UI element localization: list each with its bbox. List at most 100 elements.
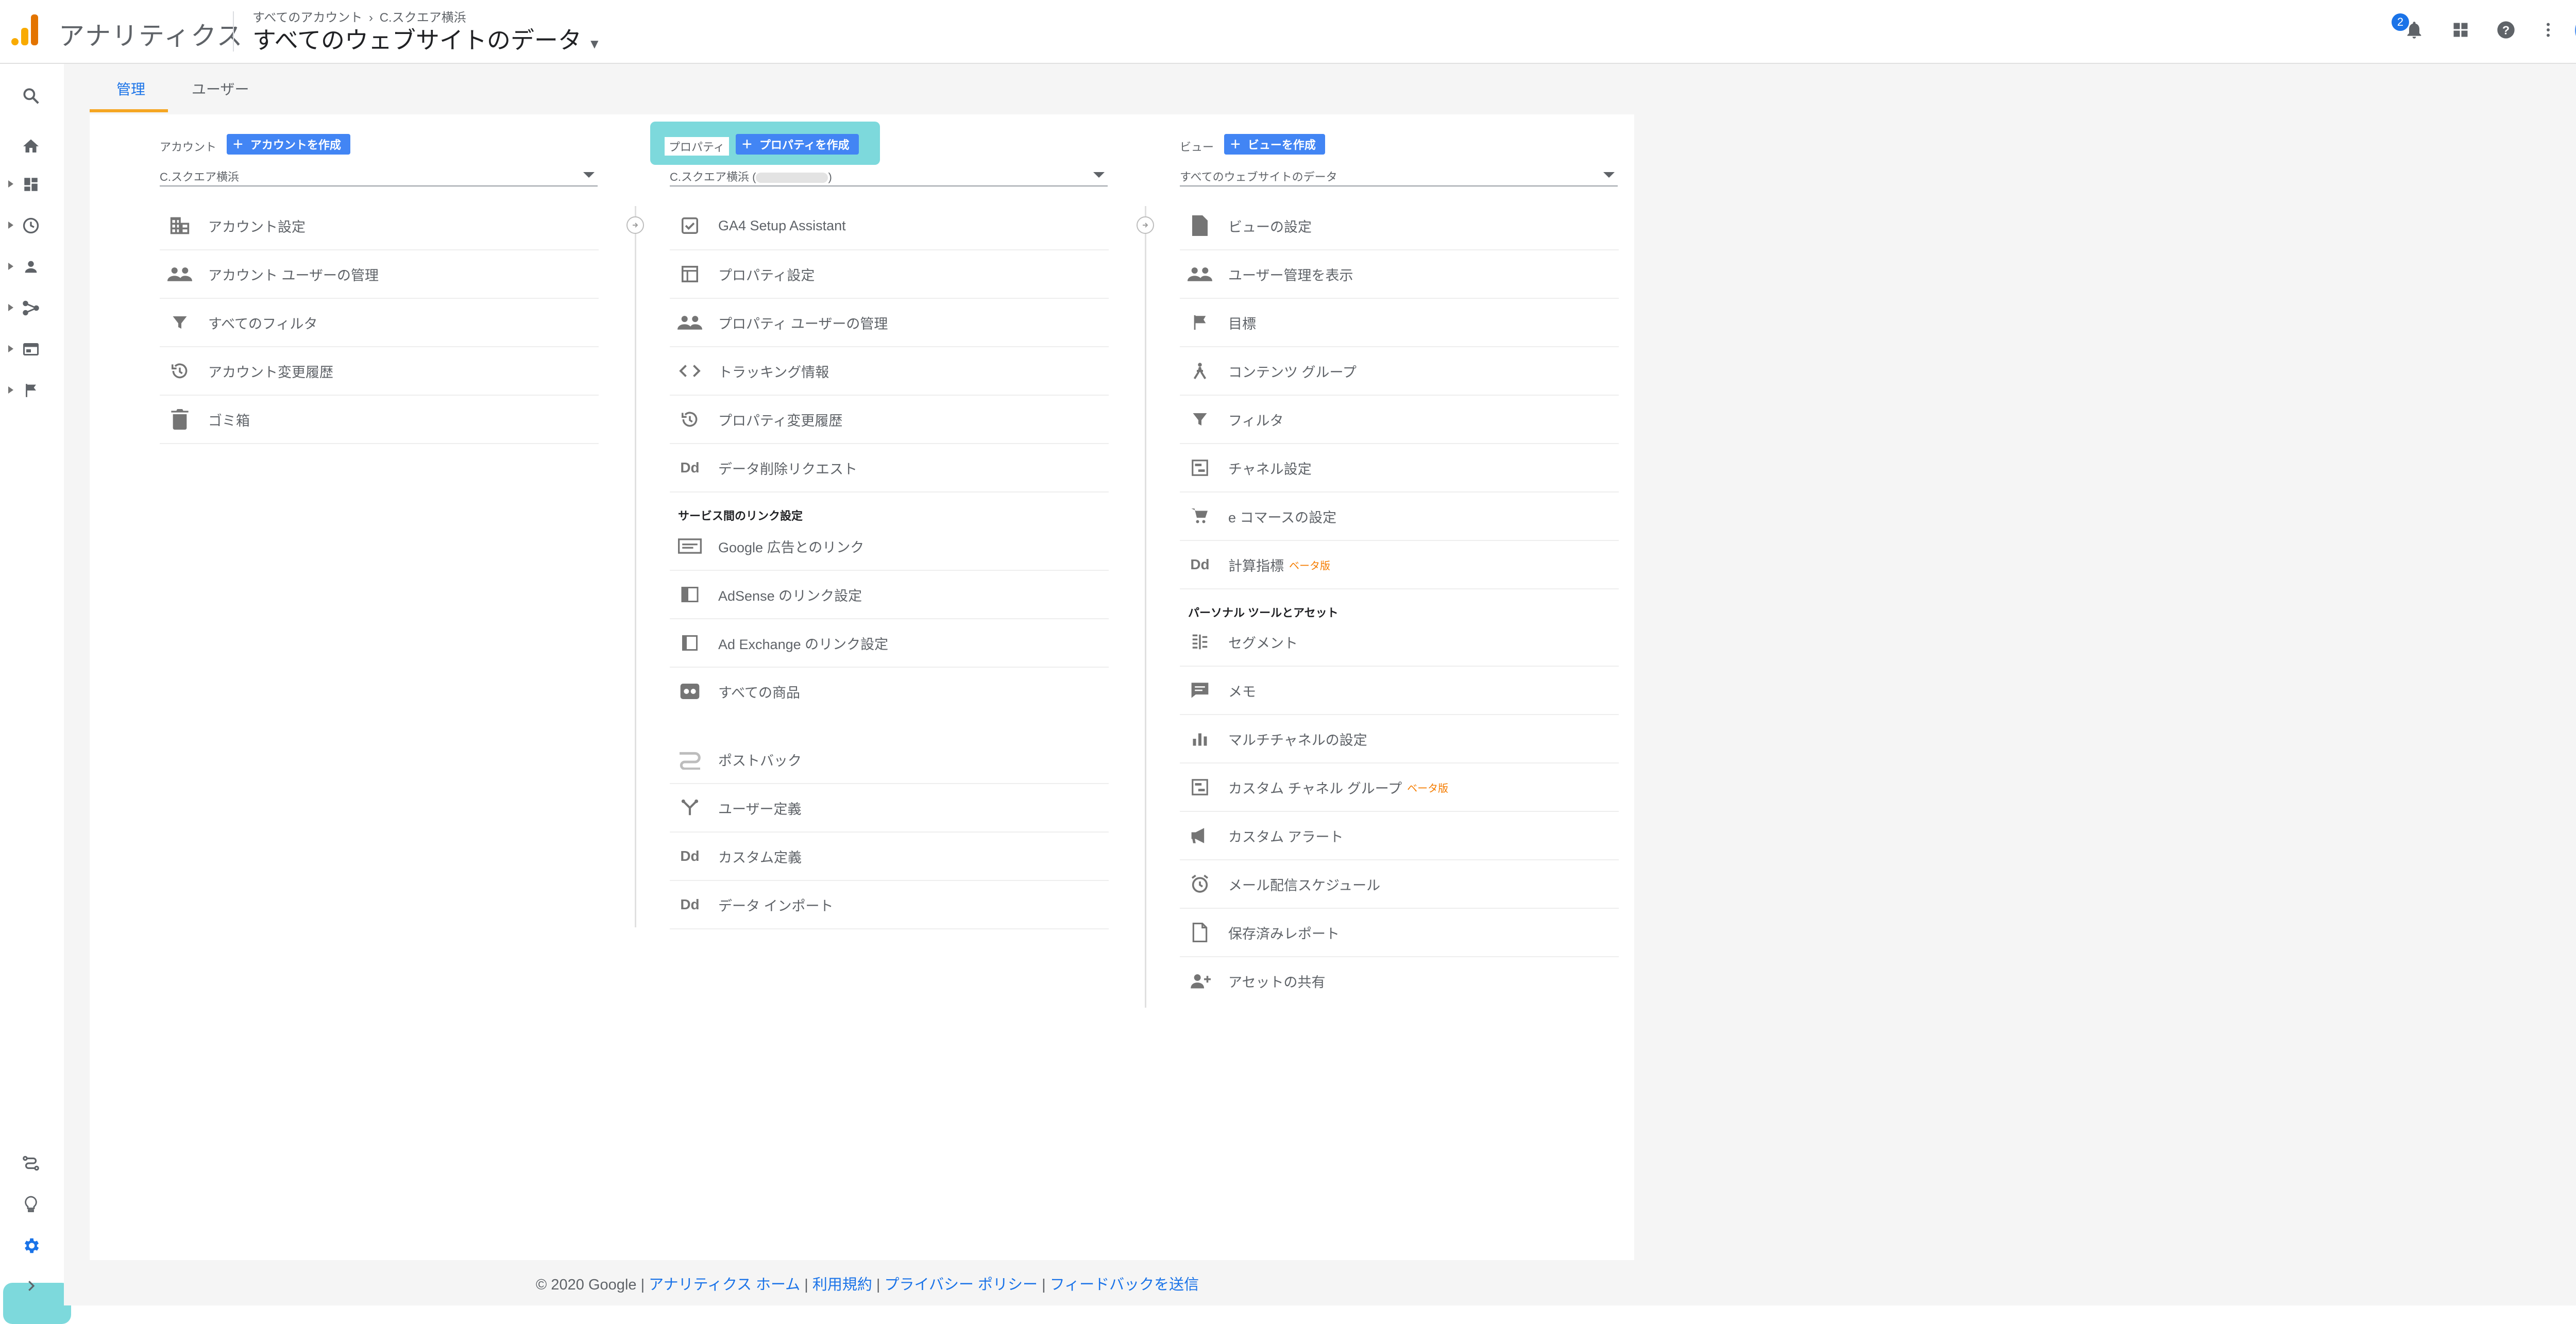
arrow-right-icon xyxy=(626,216,644,234)
all-products-item[interactable]: すべての商品 xyxy=(670,668,1109,715)
item-label: カスタム アラート xyxy=(1228,829,1344,845)
item-label: プロパティ設定 xyxy=(718,267,815,283)
item-label: Ad Exchange のリンク設定 xyxy=(718,636,889,652)
postback-icon xyxy=(675,748,705,771)
footer-copyright: © 2020 Google | xyxy=(536,1277,645,1293)
annotations-item[interactable]: メモ xyxy=(1180,667,1619,715)
item-label: GA4 Setup Assistant xyxy=(718,217,846,233)
channel-icon xyxy=(1185,776,1215,799)
item-label: すべての商品 xyxy=(718,685,801,701)
footer-separator: | xyxy=(1042,1277,1046,1293)
footer-link-feedback[interactable]: フィードバックを送信 xyxy=(1050,1277,1199,1293)
data-import-item[interactable]: Dd データ インポート xyxy=(670,881,1109,929)
footer-link-analytics-home[interactable]: アナリティクス ホーム xyxy=(649,1277,800,1293)
tab-admin[interactable]: 管理 xyxy=(116,78,145,99)
view-users-item[interactable]: ユーザー管理を表示 xyxy=(1180,250,1619,299)
create-account-button[interactable]: + アカウントを作成 xyxy=(227,134,350,155)
item-label: メモ xyxy=(1228,684,1256,700)
people-icon xyxy=(165,263,195,285)
google-ads-link-item[interactable]: Google 広告とのリンク xyxy=(670,522,1109,571)
data-deletion-item[interactable]: Dd データ削除リクエスト xyxy=(670,444,1109,493)
item-label: フィルタ xyxy=(1228,413,1284,429)
left-nav-rail xyxy=(0,64,71,1324)
discover-lightbulb-icon[interactable] xyxy=(20,1193,42,1216)
property-settings-item[interactable]: プロパティ設定 xyxy=(670,250,1109,299)
dropdown-arrow-icon xyxy=(1093,172,1105,178)
multichannel-settings-item[interactable]: マルチチャネルの設定 xyxy=(1180,715,1619,763)
admin-gear-icon[interactable] xyxy=(20,1234,42,1257)
footer-link-privacy[interactable]: プライバシー ポリシー xyxy=(885,1277,1038,1293)
custom-alerts-item[interactable]: カスタム アラート xyxy=(1180,812,1619,860)
property-selector[interactable]: C.スクエア横浜 () xyxy=(670,165,1108,186)
ad-exchange-link-item[interactable]: Ad Exchange のリンク設定 xyxy=(670,619,1109,668)
acquisition-icon[interactable] xyxy=(20,297,42,319)
postback-item[interactable]: ポストバック xyxy=(670,736,1109,784)
expand-caret-icon[interactable] xyxy=(8,263,13,270)
tracking-info-item[interactable]: トラッキング情報 xyxy=(670,347,1109,396)
tab-user[interactable]: ユーザー xyxy=(192,78,249,99)
item-label: アカウント ユーザーの管理 xyxy=(208,267,379,283)
expand-caret-icon[interactable] xyxy=(8,345,13,352)
account-selector[interactable]: C.スクエア横浜 xyxy=(160,165,598,186)
account-users-item[interactable]: アカウント ユーザーの管理 xyxy=(160,250,599,299)
more-vert-icon[interactable] xyxy=(2537,19,2560,41)
create-view-button[interactable]: + ビューを作成 xyxy=(1224,134,1325,155)
user-define-item[interactable]: ユーザー定義 xyxy=(670,784,1109,833)
adexchange-icon xyxy=(675,632,705,654)
account-history-item[interactable]: アカウント変更履歴 xyxy=(160,347,599,396)
property-users-item[interactable]: プロパティ ユーザーの管理 xyxy=(670,299,1109,347)
item-label: アカウント変更履歴 xyxy=(208,364,333,380)
calculated-metrics-item[interactable]: Dd 計算指標 ベータ版 xyxy=(1180,541,1619,589)
realtime-clock-icon[interactable] xyxy=(20,214,42,237)
footer-link-terms[interactable]: 利用規約 xyxy=(812,1277,872,1293)
expand-caret-icon[interactable] xyxy=(8,386,13,394)
expand-caret-icon[interactable] xyxy=(8,180,13,188)
scheduled-emails-item[interactable]: メール配信スケジュール xyxy=(1180,860,1619,909)
collapse-chevron-icon[interactable] xyxy=(20,1275,42,1297)
custom-definitions-item[interactable]: Dd カスタム定義 xyxy=(670,833,1109,881)
adsense-link-item[interactable]: AdSense のリンク設定 xyxy=(670,571,1109,619)
item-label: すべてのフィルタ xyxy=(208,316,318,332)
apps-grid-icon[interactable] xyxy=(2449,19,2472,41)
account-settings-item[interactable]: アカウント設定 xyxy=(160,202,599,250)
item-label: ビューの設定 xyxy=(1228,219,1312,235)
property-history-item[interactable]: プロパティ変更履歴 xyxy=(670,396,1109,444)
ga4-setup-item[interactable]: GA4 Setup Assistant xyxy=(670,202,1109,250)
tab-active-indicator xyxy=(90,109,168,112)
customization-icon[interactable] xyxy=(20,173,42,196)
view-title: すべてのウェブサイトのデータ xyxy=(252,27,582,54)
expand-caret-icon[interactable] xyxy=(8,304,13,311)
view-column-selector[interactable]: すべてのウェブサイトのデータ xyxy=(1180,165,1618,186)
item-label: カスタム チャネル グループ xyxy=(1228,780,1402,796)
share-assets-item[interactable]: アセットの共有 xyxy=(1180,957,1619,1005)
attribution-icon[interactable] xyxy=(20,1152,42,1175)
all-filters-item[interactable]: すべてのフィルタ xyxy=(160,299,599,347)
filters-item[interactable]: フィルタ xyxy=(1180,396,1619,444)
column-divider xyxy=(635,206,636,927)
view-settings-item[interactable]: ビューの設定 xyxy=(1180,202,1619,250)
behavior-icon[interactable] xyxy=(20,338,42,361)
view-selector[interactable]: すべてのウェブサイトのデータ ▼ xyxy=(252,22,601,56)
footer: © 2020 Google | アナリティクス ホーム | 利用規約 | プライ… xyxy=(536,1272,1199,1294)
create-property-button[interactable]: + プロパティを作成 xyxy=(736,134,859,155)
expand-caret-icon[interactable] xyxy=(8,222,13,229)
trash-item[interactable]: ゴミ箱 xyxy=(160,396,599,444)
analytics-logo-icon[interactable] xyxy=(11,14,38,45)
conversions-flag-icon[interactable] xyxy=(20,379,42,402)
home-icon[interactable] xyxy=(20,135,42,158)
content-grouping-item[interactable]: コンテンツ グループ xyxy=(1180,347,1619,396)
saved-reports-item[interactable]: 保存済みレポート xyxy=(1180,909,1619,957)
item-label: カスタム定義 xyxy=(718,850,802,865)
help-icon[interactable]: ? xyxy=(2495,19,2517,41)
ecommerce-settings-item[interactable]: e コマースの設定 xyxy=(1180,493,1619,541)
custom-channel-groups-item[interactable]: カスタム チャネル グループ ベータ版 xyxy=(1180,763,1619,812)
segments-item[interactable]: セグメント xyxy=(1180,618,1619,667)
audience-person-icon[interactable] xyxy=(20,256,42,278)
filter-icon xyxy=(1185,408,1215,431)
goals-item[interactable]: 目標 xyxy=(1180,299,1619,347)
app-title[interactable]: アナリティクス xyxy=(59,15,244,53)
dd-icon: Dd xyxy=(680,848,700,864)
search-icon[interactable] xyxy=(20,84,42,107)
channel-settings-item[interactable]: チャネル設定 xyxy=(1180,444,1619,493)
create-property-label: プロパティを作成 xyxy=(759,139,850,151)
